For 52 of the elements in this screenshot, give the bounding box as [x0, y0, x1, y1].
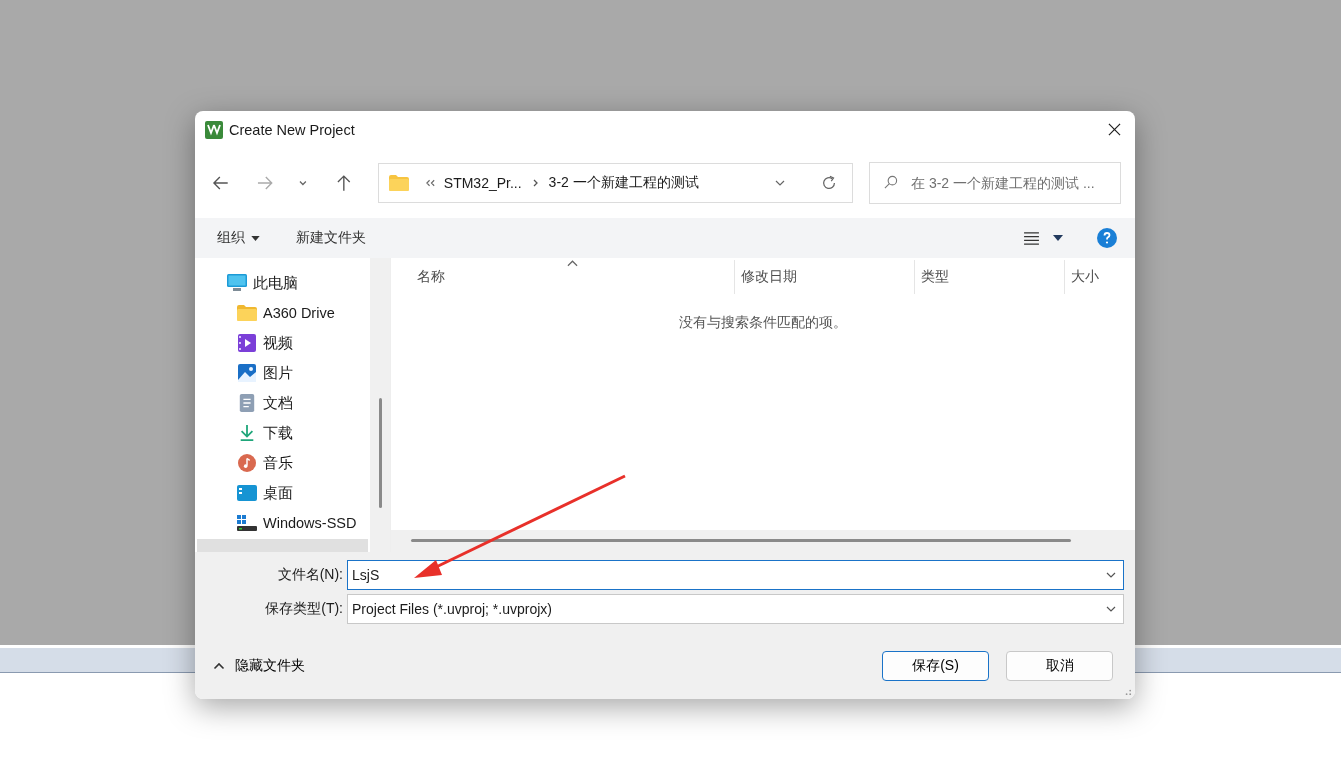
drive-icon: [237, 514, 257, 532]
dialog-button[interactable]: 取消: [1006, 650, 1113, 681]
address-bar[interactable]: STM32_Pr... 3-2 一个新建工程的测试: [377, 163, 853, 203]
help-icon[interactable]: [1097, 228, 1117, 248]
folder-icon: [237, 304, 257, 322]
field-label: 文件名(N):: [276, 566, 344, 584]
monitor-icon: [227, 274, 247, 292]
folder-icon: [388, 175, 409, 191]
desktop-icon: [237, 484, 257, 502]
column-header[interactable]: 类型: [915, 260, 1065, 294]
double-chevron-icon: [424, 178, 436, 188]
column-header[interactable]: 名称: [391, 260, 735, 294]
music-note-icon: [237, 454, 257, 472]
empty-message: 没有与搜索条件匹配的项。: [679, 314, 847, 332]
resize-grip-icon[interactable]: [1123, 687, 1132, 696]
document-icon: [237, 394, 257, 412]
sidebar-item[interactable]: A360 Drive: [195, 298, 370, 328]
column-header[interactable]: 修改日期: [735, 260, 915, 294]
image-icon: [237, 364, 257, 382]
column-header[interactable]: 大小: [1065, 260, 1135, 294]
sidebar-item[interactable]: 图片: [195, 358, 370, 388]
caret-icon[interactable]: [1053, 235, 1063, 241]
sort-caret-icon: [567, 260, 578, 267]
toolbar-button[interactable]: 组织: [209, 225, 268, 251]
list-view-icon[interactable]: [1024, 231, 1039, 245]
search-icon: [883, 175, 898, 190]
chevron-down-icon[interactable]: [298, 178, 309, 188]
toolbar-button[interactable]: 新建文件夹: [288, 225, 374, 251]
sidebar-item[interactable]: Windows-SSD: [195, 508, 370, 538]
breadcrumb[interactable]: 3-2 一个新建工程的测试: [548, 174, 699, 192]
close-icon[interactable]: [1108, 123, 1121, 136]
sidebar-item[interactable]: 此电脑: [195, 268, 370, 298]
dialog-button[interactable]: 保存(S): [882, 650, 989, 681]
combo-box[interactable]: Project Files (*.uvproj; *.uvprojx): [347, 594, 1124, 624]
combo-box[interactable]: LsjS: [347, 560, 1124, 590]
window-title: Create New Project: [229, 121, 356, 138]
breadcrumb[interactable]: STM32_Pr...: [443, 175, 522, 191]
sidebar-item[interactable]: 下载: [195, 418, 370, 448]
sidebar-item[interactable]: 桌面: [195, 478, 370, 508]
app-icon: [205, 120, 223, 139]
sidebar-item[interactable]: 视频: [195, 328, 370, 358]
field-label: 保存类型(T):: [264, 600, 344, 618]
chevron-up-icon: [213, 661, 225, 670]
hide-folders-toggle[interactable]: 隐藏文件夹: [209, 652, 309, 679]
scrollbar-thumb[interactable]: [379, 398, 382, 508]
sidebar-item[interactable]: 文档: [195, 388, 370, 418]
caret-icon: [251, 235, 260, 241]
refresh-icon[interactable]: [820, 174, 838, 192]
film-icon: [237, 334, 257, 352]
search-field[interactable]: 在 3-2 一个新建工程的测试 ...: [869, 162, 1121, 204]
scrollbar-thumb[interactable]: [411, 539, 1071, 542]
sidebar-item[interactable]: 音乐: [195, 448, 370, 478]
